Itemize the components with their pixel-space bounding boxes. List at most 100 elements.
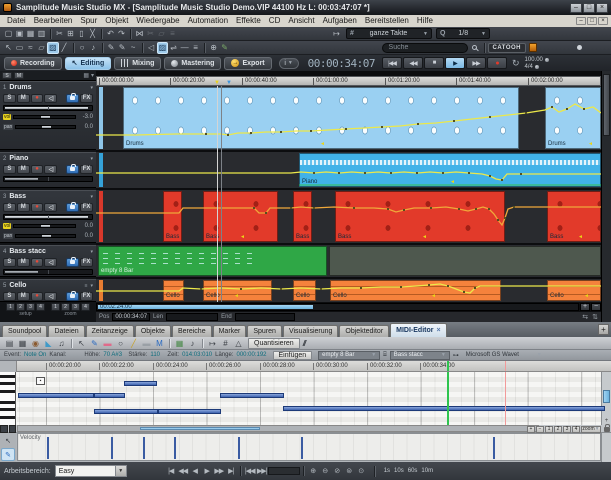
chevron-down-icon[interactable]: ▾ xyxy=(91,72,94,79)
track-header-bass-stacc[interactable]: 4Bass stacc▾SM●◁FX xyxy=(0,245,96,277)
draw-volume-icon[interactable]: ✎ xyxy=(106,42,117,54)
midi-note[interactable] xyxy=(18,393,94,398)
velocity-bar[interactable] xyxy=(174,437,176,459)
undo-icon[interactable]: ↶ xyxy=(105,28,116,40)
copy-icon[interactable]: ⊞ xyxy=(65,28,76,40)
open-project-icon[interactable]: ▣ xyxy=(14,28,25,40)
preview-speaker-icon[interactable]: ◁ xyxy=(146,42,157,54)
piano-roll[interactable]: ▪ + xyxy=(0,372,611,425)
drum-editor-icon[interactable]: ◉ xyxy=(29,338,42,349)
tempo-knob[interactable] xyxy=(545,58,549,62)
piano-roll-vscrollbar[interactable]: + xyxy=(601,372,611,425)
menu-objekt[interactable]: Objekt xyxy=(101,15,132,27)
record-arm-button[interactable]: ● xyxy=(31,292,44,301)
velocity-bar[interactable] xyxy=(301,437,303,459)
zoom-preset-10s[interactable]: 10s xyxy=(392,468,406,474)
crossfade-editor-icon[interactable]: ⋈ xyxy=(134,28,145,40)
track-collapse-icon[interactable]: ▾ xyxy=(90,283,93,289)
menu-spur[interactable]: Spur xyxy=(76,15,101,27)
range-rewind-icon[interactable]: ◀◀ xyxy=(177,467,189,475)
color-tool-icon[interactable]: ✎ xyxy=(219,42,230,54)
object-cut-icon[interactable]: ✂ xyxy=(145,28,156,40)
pattern-icon[interactable]: ▦ xyxy=(173,338,186,349)
track-collapse-icon[interactable]: ▾ xyxy=(90,194,93,200)
record-arm-button[interactable]: ● xyxy=(31,165,44,174)
mute-button[interactable]: M xyxy=(17,165,30,174)
scrub-icon[interactable]: ⇌ xyxy=(168,42,179,54)
zoom-out-icon[interactable]: ⊖ xyxy=(319,467,331,475)
velocity-bar[interactable] xyxy=(143,437,145,459)
add-tab-button[interactable]: + xyxy=(598,324,609,335)
event-list-icon[interactable]: ▤ xyxy=(3,338,16,349)
midi-note[interactable] xyxy=(283,406,605,411)
marker-next-icon[interactable]: ▶▶| xyxy=(256,467,268,475)
zoom-digit-1[interactable]: 1 xyxy=(545,426,553,433)
search-input[interactable] xyxy=(382,43,468,53)
volume-fader[interactable] xyxy=(3,269,93,275)
forward-button[interactable]: ▶▶ xyxy=(466,57,486,69)
pitch-mode-icon[interactable]: ♪ xyxy=(88,42,99,54)
search-icon[interactable] xyxy=(472,45,477,50)
piano-roll-grid[interactable] xyxy=(17,372,601,425)
solo-button[interactable]: S xyxy=(3,258,16,267)
fx-button[interactable]: FX xyxy=(80,292,93,301)
timesig-knob[interactable] xyxy=(535,65,539,69)
zoom-bank-3[interactable]: 3 xyxy=(71,303,80,311)
score-editor-icon[interactable]: ♫ xyxy=(55,338,68,349)
tab-midi-editor[interactable]: MIDI-Editor× xyxy=(390,323,446,337)
monitor-speaker-icon[interactable]: ◁ xyxy=(44,258,57,267)
workflow-recording-button[interactable]: Recording xyxy=(4,57,62,70)
swap-tracks-icon[interactable]: ⇆ xyxy=(582,313,588,321)
velocity-cursor-tool[interactable]: ↖ xyxy=(1,434,15,447)
mdi-minimize-button[interactable]: – xyxy=(576,17,586,25)
vol-slider[interactable] xyxy=(13,115,76,119)
setup-bank-4[interactable]: 4 xyxy=(36,303,45,311)
record-arm-button[interactable]: ● xyxy=(31,258,44,267)
vzoom-icon[interactable]: ⇅ xyxy=(592,313,598,321)
wipe-tool-icon[interactable]: ▬ xyxy=(140,338,153,349)
lock-button[interactable] xyxy=(66,203,79,212)
mute-button[interactable]: M xyxy=(17,203,30,212)
step-record-icon[interactable]: ↦ xyxy=(206,338,219,349)
tab-marker[interactable]: Marker xyxy=(213,325,247,337)
zoom-bank-4[interactable]: 4 xyxy=(81,303,90,311)
zoom-object-icon[interactable]: ⊜ xyxy=(343,467,355,475)
midi-note[interactable] xyxy=(94,409,158,414)
automation-curve[interactable] xyxy=(96,152,601,188)
setup-bank-2[interactable]: 2 xyxy=(16,303,25,311)
track-header-bass[interactable]: 3Bass▾SM●◁FXvol0.0pan0.0 xyxy=(0,190,96,243)
rewind-button[interactable]: ◀◀ xyxy=(403,57,423,69)
lock-button[interactable] xyxy=(66,165,79,174)
workflow-mixing-button[interactable]: Mixing xyxy=(114,57,161,70)
delete-icon[interactable]: ╳ xyxy=(87,28,98,40)
pan-slider[interactable] xyxy=(15,125,76,129)
monitor-speaker-icon[interactable]: ◁ xyxy=(44,292,57,301)
zoom-bank-2[interactable]: 2 xyxy=(61,303,70,311)
midi-note[interactable] xyxy=(220,393,284,398)
arranger-timeline-ruler[interactable]: 00:00:00:0000:00:20:0000:00:40:0000:01:0… xyxy=(96,76,601,86)
range-mode-icon[interactable]: ▭ xyxy=(14,42,25,54)
hzoom-out-button[interactable]: − xyxy=(591,303,601,311)
controller-editor-icon[interactable]: ◣ xyxy=(42,338,55,349)
mute-button[interactable]: M xyxy=(17,258,30,267)
zoom-preset-1s[interactable]: 1s xyxy=(382,468,392,474)
eraser-tool-icon[interactable]: ▬ xyxy=(101,338,114,349)
tab-soundpool[interactable]: Soundpool xyxy=(2,325,47,337)
record-arm-button[interactable]: ● xyxy=(31,94,44,103)
line-tool-icon[interactable]: ╱ xyxy=(127,338,140,349)
level-icon[interactable]: ≡ xyxy=(190,42,201,54)
marker-prev-icon[interactable]: |◀◀ xyxy=(244,467,256,475)
menu-datei[interactable]: Datei xyxy=(3,15,30,27)
zoom-menu-button[interactable]: zoom▼ xyxy=(581,426,601,433)
ctrl-lane-button[interactable] xyxy=(0,425,8,433)
step-forward-icon[interactable]: ▶ xyxy=(201,467,213,475)
pencil-tool-icon[interactable]: ✎ xyxy=(88,338,101,349)
setup-bank-1[interactable]: 1 xyxy=(6,303,15,311)
workflow-editing-button[interactable]: ↖Editing xyxy=(65,57,112,70)
vel-lane-button[interactable] xyxy=(9,425,17,433)
maximize-button[interactable]: □ xyxy=(583,3,595,13)
arranger-hscrollbar[interactable]: 00:02:24:00 xyxy=(96,303,579,311)
workflow-export-button[interactable]: →Export xyxy=(224,57,271,70)
mdi-maximize-button[interactable]: □ xyxy=(587,17,597,25)
midi-hscroll-thumb[interactable] xyxy=(140,427,260,430)
